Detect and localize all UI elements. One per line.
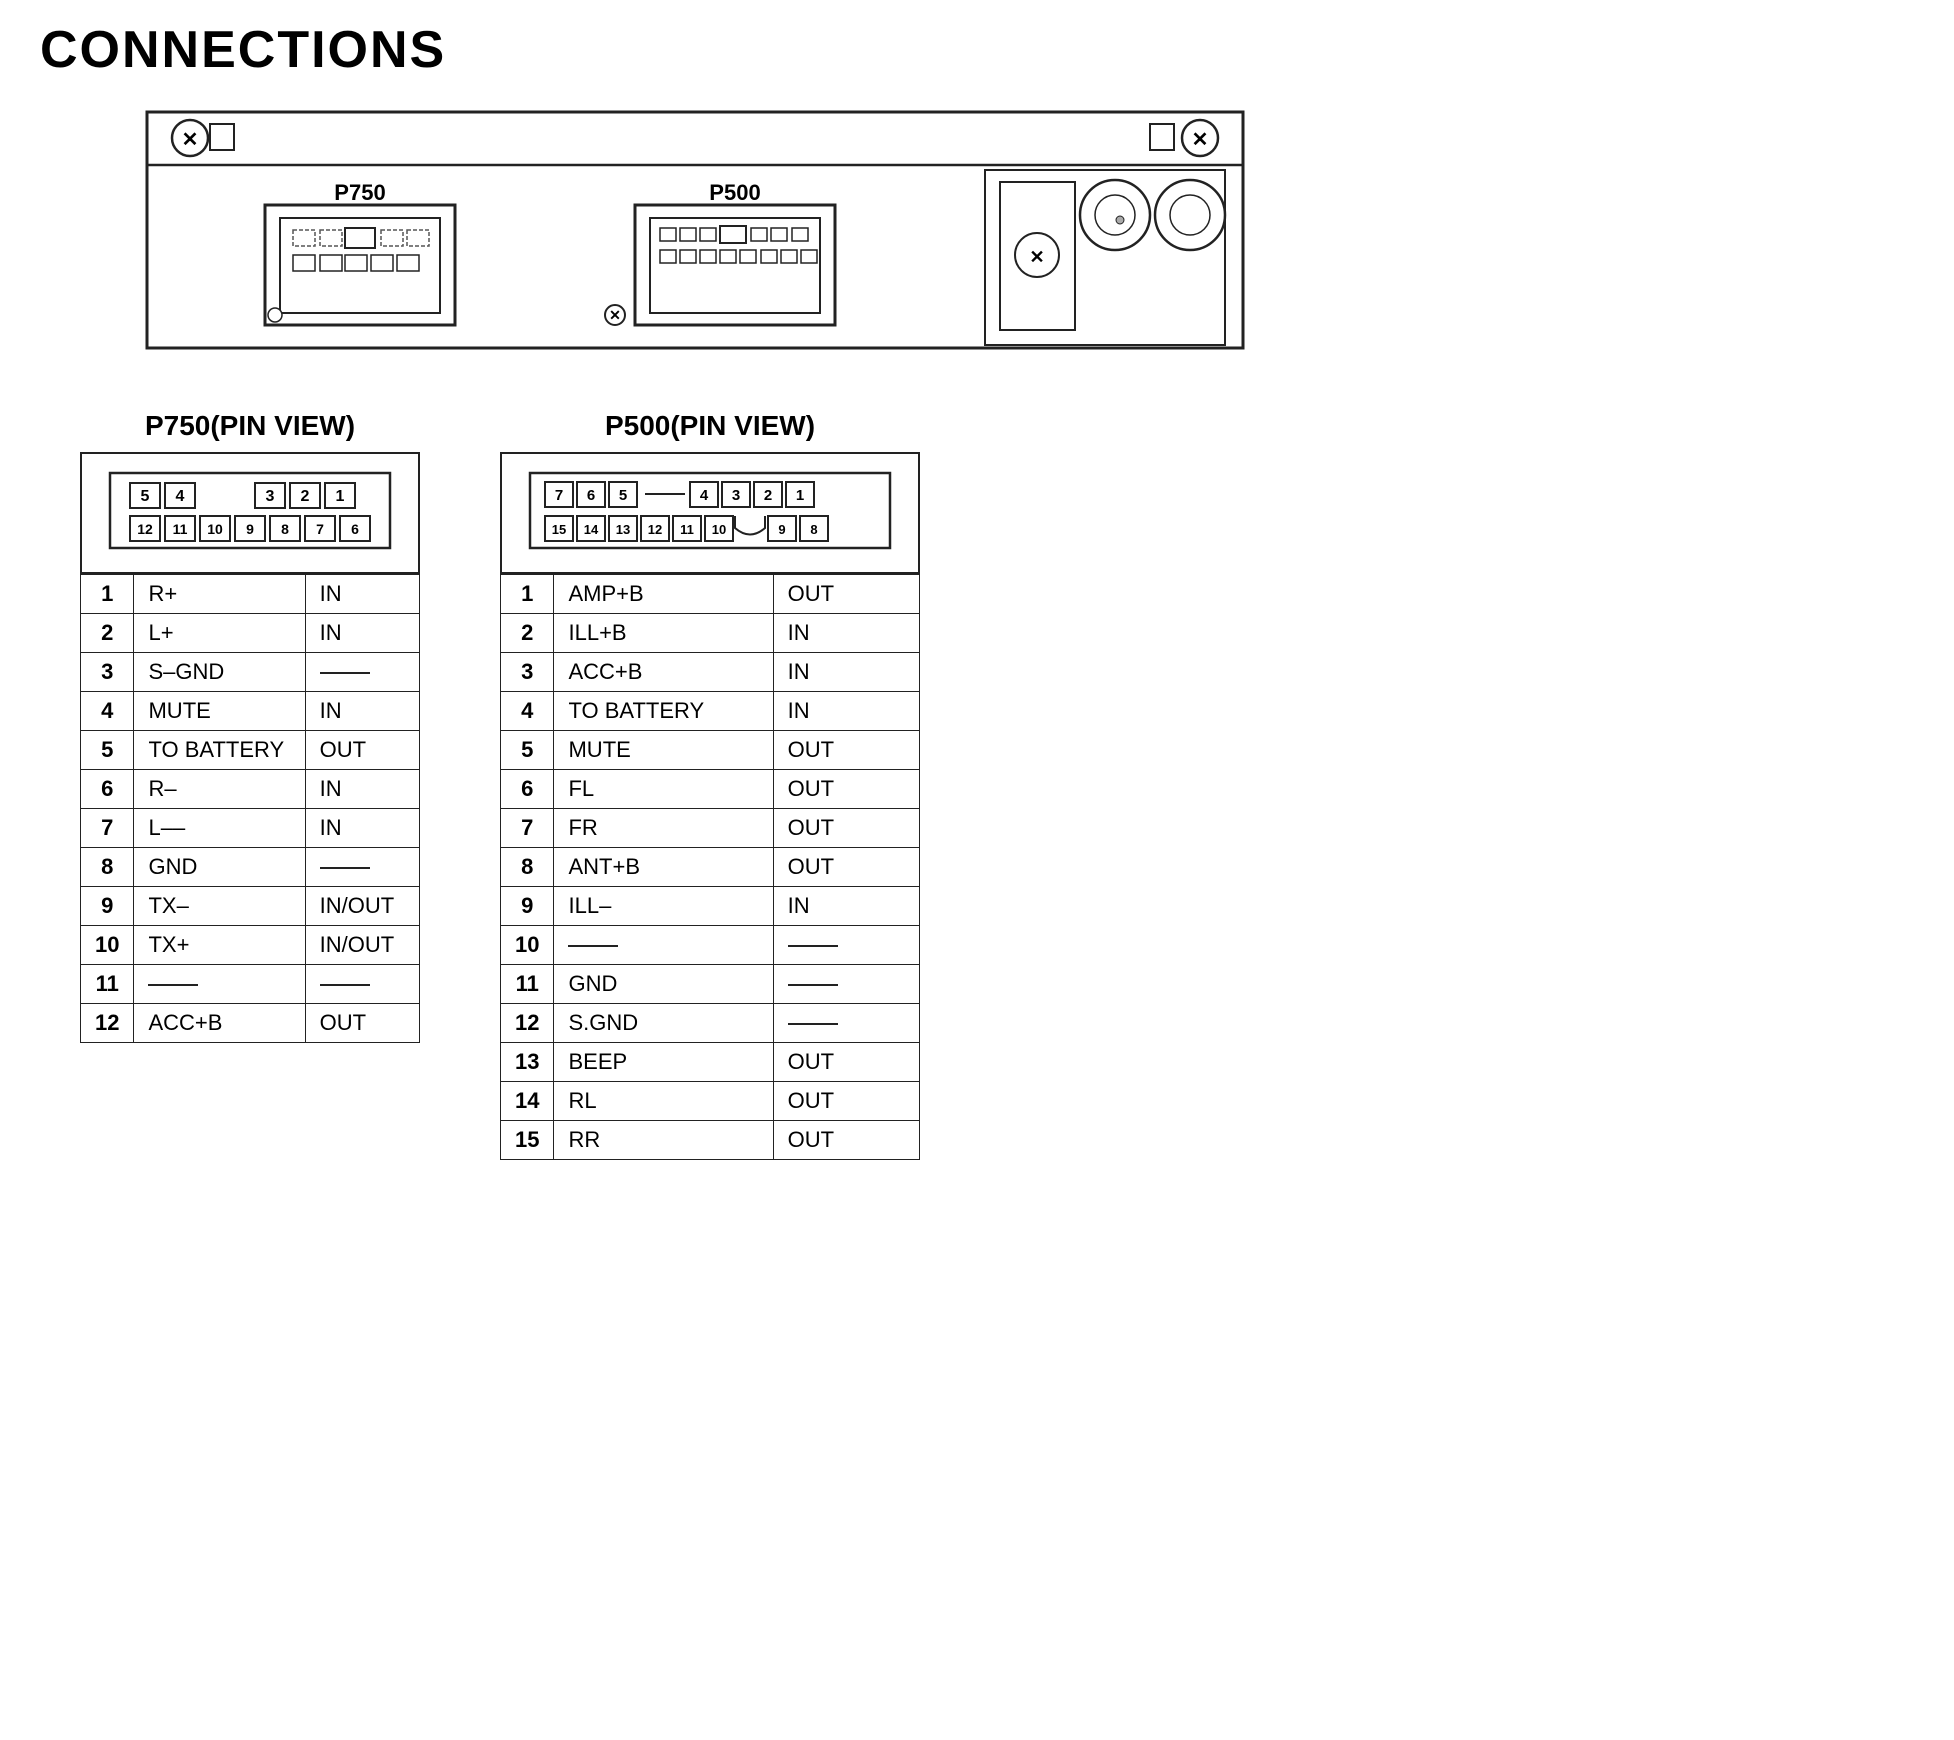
svg-text:14: 14 [584,522,599,537]
svg-text:12: 12 [137,521,153,537]
table-row: 14 [501,1082,554,1121]
svg-text:1: 1 [336,488,345,505]
pin-views-section: P750(PIN VIEW) 5 4 3 2 [40,410,1914,1160]
table-row: 7 [501,809,554,848]
svg-text:2: 2 [764,487,772,504]
table-row: 6 [501,770,554,809]
svg-text:✕: ✕ [182,129,199,151]
unit-diagram-svg: ✕ ✕ P750 P500 [145,110,1245,350]
svg-text:15: 15 [552,522,566,537]
table-row: 12 [81,1004,134,1043]
p500-pins-svg: 7 6 5 4 3 2 1 15 14 [520,468,900,553]
table-row: 8 [501,848,554,887]
svg-text:13: 13 [616,522,630,537]
svg-text:4: 4 [700,487,709,504]
table-row: 5 [501,731,554,770]
page-title: CONNECTIONS [40,20,1914,80]
table-row: 5 [81,731,134,770]
svg-text:12: 12 [648,522,662,537]
p750-pin-diagram: 5 4 3 2 1 12 11 [80,452,420,574]
p500-pin-diagram: 7 6 5 4 3 2 1 15 14 [500,452,920,574]
svg-text:8: 8 [281,521,289,537]
svg-text:✕: ✕ [1029,247,1044,267]
p750-pins-svg: 5 4 3 2 1 12 11 [100,468,400,553]
table-row: 4 [501,692,554,731]
svg-text:7: 7 [316,521,324,537]
table-row: 11 [501,965,554,1004]
table-row: 3 [81,653,134,692]
svg-text:6: 6 [351,521,359,537]
table-row: 11 [81,965,134,1004]
table-row: 13 [501,1043,554,1082]
table-row: 10 [501,926,554,965]
svg-text:P500: P500 [709,180,760,205]
table-row: 7 [81,809,134,848]
table-row: 10 [81,926,134,965]
p750-table: 1R+IN2L+IN3S–GND4MUTEIN5TO BATTERYOUT6R–… [80,574,420,1043]
unit-diagram: ✕ ✕ P750 P500 [120,110,1270,350]
svg-text:10: 10 [207,521,223,537]
p500-pin-view-title: P500(PIN VIEW) [500,410,920,442]
svg-text:4: 4 [176,488,185,505]
table-row: 2 [81,614,134,653]
table-row: 4 [81,692,134,731]
svg-text:2: 2 [301,488,310,505]
table-row: 2 [501,614,554,653]
svg-text:✕: ✕ [1192,129,1209,151]
svg-text:1: 1 [796,487,804,504]
svg-text:3: 3 [266,488,275,505]
table-row: 15 [501,1121,554,1160]
table-row: 1 [501,575,554,614]
svg-text:5: 5 [619,487,627,504]
p500-table: 1AMP+BOUT2ILL+BIN3ACC+BIN4TO BATTERYIN5M… [500,574,920,1160]
table-row: 9 [501,887,554,926]
table-row: 9 [81,887,134,926]
svg-text:11: 11 [173,521,188,537]
p750-block: P750(PIN VIEW) 5 4 3 2 [80,410,420,1160]
svg-text:✕: ✕ [609,307,621,323]
table-row: 1 [81,575,134,614]
svg-text:7: 7 [555,487,563,504]
table-row: 12 [501,1004,554,1043]
svg-text:10: 10 [712,522,726,537]
svg-text:8: 8 [810,522,817,537]
svg-text:P750: P750 [334,180,385,205]
svg-text:5: 5 [141,488,150,505]
table-row: 8 [81,848,134,887]
p500-block: P500(PIN VIEW) 7 6 5 4 3 2 [500,410,920,1160]
svg-text:9: 9 [778,522,785,537]
table-row: 3 [501,653,554,692]
svg-text:3: 3 [732,487,740,504]
svg-text:9: 9 [246,521,254,537]
table-row: 6 [81,770,134,809]
svg-text:6: 6 [587,487,595,504]
p750-pin-view-title: P750(PIN VIEW) [80,410,420,442]
svg-text:11: 11 [680,522,694,537]
